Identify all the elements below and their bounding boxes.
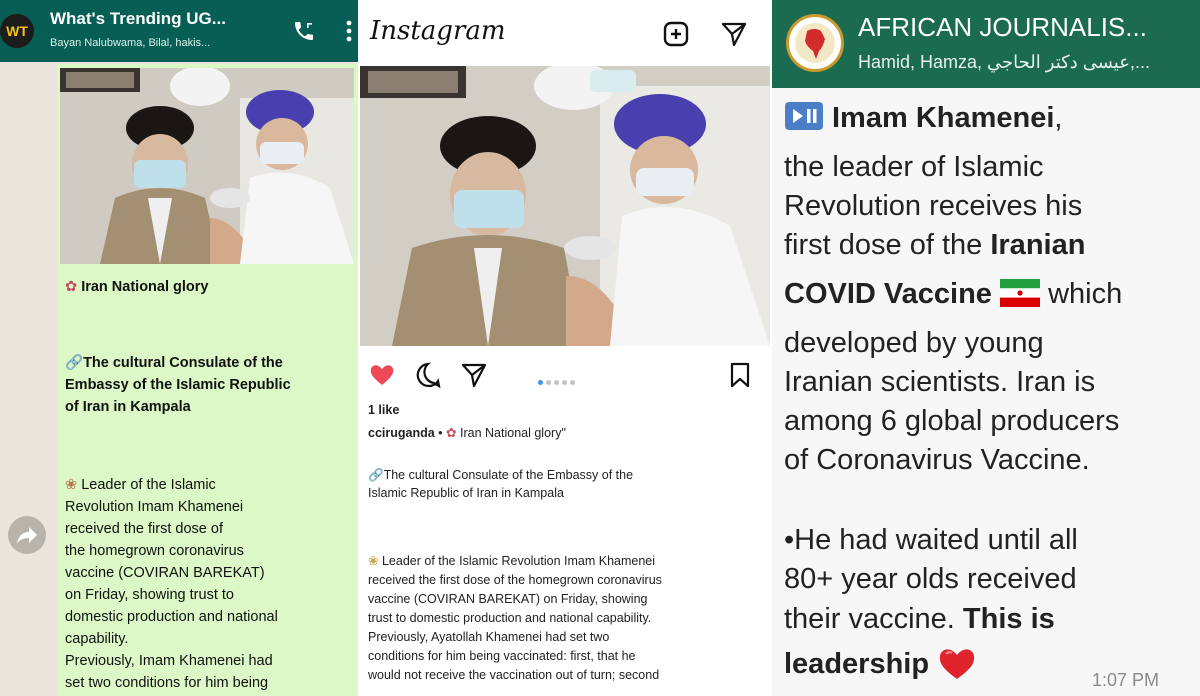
message-line: Revolution receives his xyxy=(784,190,1083,222)
consulate-line: Islamic Republic of Iran in Kampala xyxy=(368,486,564,500)
message-bold: leadership xyxy=(784,648,930,680)
glory-text: Iran National glory xyxy=(81,279,209,295)
message-line: 80+ year olds received xyxy=(784,563,1077,595)
body-line: Revolution Imam Khamenei xyxy=(65,499,244,515)
comment-icon[interactable] xyxy=(414,361,442,389)
rose-icon: ✿ xyxy=(446,426,457,440)
call-icon[interactable] xyxy=(292,19,316,43)
comma-text: , xyxy=(1054,102,1063,134)
body-line: received the first dose of xyxy=(65,521,223,537)
consulate-block: 🔗The cultural Consulate of the Embassy o… xyxy=(368,466,763,502)
message-line: the leader of Islamic xyxy=(784,151,1044,183)
post-actions xyxy=(360,355,770,391)
caption-username[interactable]: cciruganda xyxy=(368,426,435,440)
forward-icon xyxy=(17,527,37,544)
body-line: received the first dose of the homegrown… xyxy=(368,573,662,587)
body-line: vaccine (COVIRAN BAREKAT) xyxy=(65,565,265,581)
body-line: on Friday, showing trust to xyxy=(65,587,234,603)
body-line: Leader of the Islamic Revolution Imam Kh… xyxy=(381,554,656,568)
group-members: Hamid, Hamza, عیسی دکتر الحاجي,... xyxy=(858,52,1150,72)
message-line: developed by young xyxy=(784,327,1044,359)
chat-header[interactable]: AFRICAN JOURNALIS... Hamid, Hamza, عیسی … xyxy=(772,0,1200,88)
more-options-icon[interactable] xyxy=(346,20,352,42)
group-title[interactable]: AFRICAN JOURNALIS... xyxy=(858,12,1147,43)
message-line: •He had waited until all xyxy=(784,524,1078,556)
body-line: Previously, Ayatollah Khamenei had set t… xyxy=(368,630,610,644)
flower-icon: ❀ xyxy=(65,477,78,493)
message-body: ❀ Leader of the Islamic Revolution Imam … xyxy=(65,474,355,694)
consulate-line: Embassy of the Islamic Republic xyxy=(65,377,291,393)
like-count[interactable]: 1 like xyxy=(368,401,399,419)
flower-icon: ❀ xyxy=(368,554,379,568)
post-body: ❀ Leader of the Islamic Revolution Imam … xyxy=(368,552,766,685)
whatsapp-panel: WT What's Trending UG... Bayan Nalubwama… xyxy=(0,0,358,696)
consulate-block: 🔗The cultural Consulate of the Embassy o… xyxy=(65,352,350,418)
share-icon[interactable] xyxy=(460,361,488,389)
chat-header[interactable]: WT What's Trending UG... Bayan Nalubwama… xyxy=(0,0,358,62)
instagram-panel: Instagram 1 like cciruganda • ✿ Iran Nat… xyxy=(360,0,770,696)
body-line: would not receive the vaccination out of… xyxy=(368,668,660,682)
message-line: first dose of the Iranian xyxy=(784,226,1085,265)
message-line: Imam Khamenei, xyxy=(784,99,1062,138)
group-title[interactable]: What's Trending UG... xyxy=(50,9,226,29)
post-photo[interactable] xyxy=(360,66,770,346)
message-line: of Coronavirus Vaccine. xyxy=(784,444,1090,476)
message-bold: This is xyxy=(962,603,1055,635)
message-line: COVID Vaccine which xyxy=(784,275,1122,314)
forward-button[interactable] xyxy=(8,516,46,554)
message-line: their vaccine. This is xyxy=(784,600,1055,639)
message-line: Iranian scientists. Iran is xyxy=(784,366,1096,398)
body-line: capability. xyxy=(65,631,129,647)
message-text: which xyxy=(1048,278,1123,310)
message-text: first dose of the xyxy=(784,229,983,261)
message-bold: COVID Vaccine xyxy=(784,278,992,310)
body-line: the homegrown coronavirus xyxy=(65,543,244,559)
red-heart-icon xyxy=(939,649,975,679)
photo-illustration xyxy=(360,66,770,346)
like-heart-icon[interactable] xyxy=(368,361,396,389)
message-text: their vaccine. xyxy=(784,603,955,635)
message-time: 1:07 PM xyxy=(1092,670,1160,690)
new-post-icon[interactable] xyxy=(662,20,690,48)
caption-line: cciruganda • ✿ Iran National glory" xyxy=(368,424,566,442)
bookmark-icon[interactable] xyxy=(726,361,754,389)
body-line: domestic production and national xyxy=(65,609,278,625)
body-line: Leader of the Islamic xyxy=(81,477,216,493)
play-pause-icon xyxy=(785,102,823,130)
message-line: leadership xyxy=(784,645,977,684)
iran-flag-icon xyxy=(1000,279,1040,307)
rose-icon: ✿ xyxy=(65,279,78,295)
message-name: Imam Khamenei xyxy=(832,102,1055,134)
instagram-header: Instagram xyxy=(360,0,770,66)
dot-separator: • xyxy=(438,426,447,440)
glory-line: ✿ Iran National glory xyxy=(65,276,209,298)
caption-text: Iran National glory" xyxy=(460,426,566,440)
consulate-line: of Iran in Kampala xyxy=(65,399,191,415)
body-line: trust to domestic production and nationa… xyxy=(368,611,652,625)
body-line: set two conditions for him being xyxy=(65,675,269,691)
photo-illustration xyxy=(60,68,354,264)
message-bold: Iranian xyxy=(990,229,1086,261)
consulate-line: The cultural Consulate of the xyxy=(83,355,283,371)
link-icon: 🔗 xyxy=(368,468,384,482)
body-line: vaccine (COVIRAN BAREKAT) on Friday, sho… xyxy=(368,592,648,606)
group-avatar[interactable]: WT xyxy=(0,14,34,48)
message-line: among 6 global producers xyxy=(784,405,1120,437)
africa-map-icon xyxy=(795,23,835,63)
body-line: conditions for him being vaccinated: fir… xyxy=(368,649,636,663)
instagram-logo[interactable]: Instagram xyxy=(370,16,506,46)
consulate-line: The cultural Consulate of the Embassy of… xyxy=(383,468,634,482)
carousel-indicator xyxy=(538,372,578,390)
group-members: Bayan Nalubwama, Bilal, hakis... xyxy=(50,37,211,49)
body-line: Previously, Imam Khamenei had xyxy=(65,653,273,669)
vaccination-photo[interactable] xyxy=(60,68,354,264)
link-icon: 🔗 xyxy=(65,355,84,371)
direct-message-icon[interactable] xyxy=(720,20,748,48)
group-avatar[interactable] xyxy=(786,14,844,72)
journalists-panel: AFRICAN JOURNALIS... Hamid, Hamza, عیسی … xyxy=(772,0,1200,696)
